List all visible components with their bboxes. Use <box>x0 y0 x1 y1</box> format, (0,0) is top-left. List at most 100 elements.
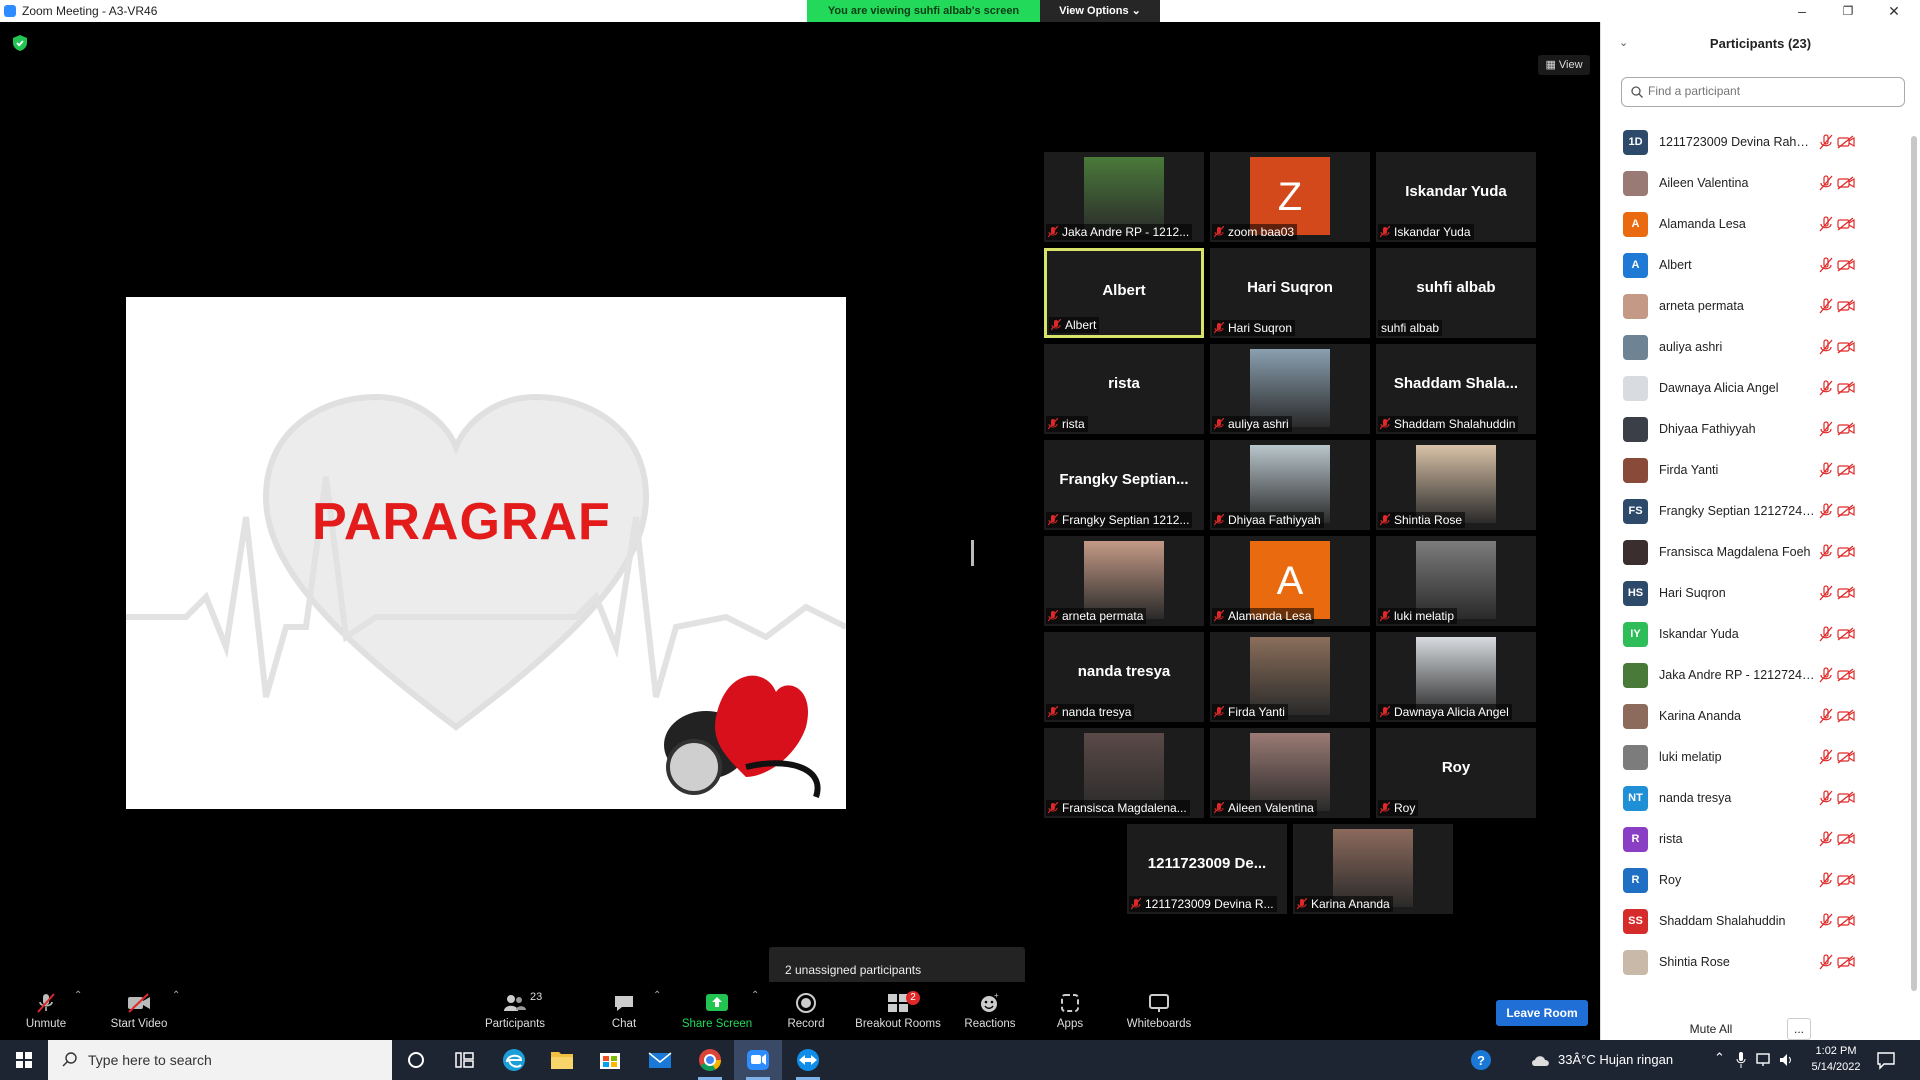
network-icon[interactable] <box>1756 1052 1774 1068</box>
participant-row[interactable]: IY Iskandar Yuda <box>1601 614 1911 655</box>
microphone-icon[interactable] <box>1736 1051 1746 1069</box>
participant-row[interactable]: Firda Yanti <box>1601 450 1911 491</box>
chat-button[interactable]: Chat <box>604 982 644 1040</box>
participant-row[interactable]: FS Frangky Septian 1212724003 <box>1601 491 1911 532</box>
help-icon[interactable]: ? <box>1470 1049 1492 1071</box>
leave-room-button[interactable]: Leave Room <box>1496 1000 1588 1026</box>
participant-row[interactable]: Rrista <box>1601 819 1911 860</box>
taskbar-search[interactable]: Type here to search <box>48 1040 392 1080</box>
video-tile[interactable]: Albert Albert <box>1044 248 1204 338</box>
file-explorer-icon[interactable] <box>538 1040 586 1080</box>
view-options-button[interactable]: View Options ⌄ <box>1040 0 1160 22</box>
participant-row[interactable]: arneta permata <box>1601 286 1911 327</box>
view-button[interactable]: ▦ View <box>1538 55 1590 75</box>
restore-button[interactable]: ❐ <box>1830 1 1866 21</box>
window-title: Zoom Meeting - A3-VR46 <box>22 4 158 18</box>
video-tile[interactable]: Frangky Septian... Frangky Septian 1212..… <box>1044 440 1204 530</box>
video-tile[interactable]: Hari Suqron Hari Suqron <box>1210 248 1370 338</box>
chat-icon <box>615 996 633 1011</box>
notification-center-icon[interactable] <box>1876 1050 1896 1070</box>
participant-list-scrollbar[interactable] <box>1911 122 1917 1002</box>
mute-all-button[interactable]: Mute All <box>1671 1018 1751 1040</box>
volume-icon[interactable] <box>1778 1052 1796 1068</box>
participant-search-input[interactable] <box>1648 84 1888 98</box>
participant-row[interactable]: R Roy <box>1601 860 1911 901</box>
participant-row[interactable]: Aileen Valentina <box>1601 163 1911 204</box>
teamviewer-icon[interactable] <box>784 1040 832 1080</box>
participants-panel: ⌄ Participants (23) 1D1211723009 Devina … <box>1600 22 1920 1040</box>
participant-row[interactable]: Fransisca Magdalena Foeh <box>1601 532 1911 573</box>
video-tile[interactable]: Karina Ananda <box>1293 824 1453 914</box>
participant-row[interactable]: Jaka Andre RP - 1212724001 <box>1601 655 1911 696</box>
start-video-button[interactable]: Start Video <box>104 982 174 1040</box>
video-tile[interactable]: Fransisca Magdalena... <box>1044 728 1204 818</box>
participant-row[interactable]: Dhiyaa Fathiyyah <box>1601 409 1911 450</box>
participants-button[interactable]: Participants 23 <box>478 982 552 1040</box>
microsoft-store-icon[interactable] <box>586 1040 634 1080</box>
close-button[interactable]: ✕ <box>1876 1 1912 21</box>
participant-row[interactable]: luki melatip <box>1601 737 1911 778</box>
video-tile[interactable]: Iskandar Yuda Iskandar Yuda <box>1376 152 1536 242</box>
video-tile[interactable]: nanda tresya nanda tresya <box>1044 632 1204 722</box>
clock-date: 5/14/2022 <box>1811 1061 1861 1073</box>
splitter-handle[interactable] <box>971 540 974 566</box>
slide-title: PARAGRAF <box>312 493 611 551</box>
minimize-button[interactable]: – <box>1784 1 1820 21</box>
video-tile[interactable]: luki melatip <box>1376 536 1536 626</box>
share-screen-button[interactable]: Share Screen <box>676 982 758 1040</box>
video-tile[interactable]: Shintia Rose <box>1376 440 1536 530</box>
participant-row[interactable]: SS Shaddam Shalahuddin <box>1601 901 1911 942</box>
participant-row[interactable]: HS Hari Suqron <box>1601 573 1911 614</box>
participant-row[interactable]: 1D 1211723009 Devina Rahma Ard... <box>1601 122 1911 163</box>
video-tile[interactable]: Shaddam Shala... Shaddam Shalahuddin <box>1376 344 1536 434</box>
share-options-chevron-icon[interactable]: ⌃ <box>751 990 759 1001</box>
task-view-icon[interactable] <box>440 1040 488 1080</box>
clock-time: 1:02 PM <box>1815 1045 1857 1057</box>
video-tile[interactable]: suhfi albab suhfi albab <box>1376 248 1536 338</box>
video-tile[interactable]: Aileen Valentina <box>1210 728 1370 818</box>
video-tile[interactable]: Zzoom baa03 <box>1210 152 1370 242</box>
audio-options-chevron-icon[interactable]: ⌃ <box>74 990 82 1001</box>
video-tile[interactable]: Roy Roy <box>1376 728 1536 818</box>
tray-chevron-up-icon[interactable]: ⌃ <box>1714 1050 1725 1066</box>
edge-browser-icon[interactable] <box>490 1040 538 1080</box>
participant-search[interactable] <box>1621 77 1905 107</box>
participant-row[interactable]: NT nanda tresya <box>1601 778 1911 819</box>
video-tile[interactable]: A Alamanda Lesa <box>1210 536 1370 626</box>
participant-row[interactable]: Shintia Rose <box>1601 942 1911 983</box>
record-button[interactable]: Record <box>780 982 832 1040</box>
participant-row[interactable]: Karina Ananda <box>1601 696 1911 737</box>
breakout-rooms-button[interactable]: Breakout Rooms 2 <box>852 982 944 1040</box>
video-tile[interactable]: arneta permata <box>1044 536 1204 626</box>
zoom-taskbar-icon[interactable] <box>734 1040 782 1080</box>
participant-row[interactable]: A Alamanda Lesa <box>1601 204 1911 245</box>
apps-button[interactable]: Apps <box>1050 982 1090 1040</box>
participant-name: arneta permata <box>1659 299 1744 313</box>
windows-start-icon[interactable] <box>0 1040 48 1080</box>
scrollbar-thumb[interactable] <box>1911 136 1917 991</box>
video-tile[interactable]: Dhiyaa Fathiyyah <box>1210 440 1370 530</box>
participant-avatar: 1D <box>1623 130 1648 155</box>
participant-row[interactable]: A Albert <box>1601 245 1911 286</box>
reactions-button[interactable]: + Reactions <box>960 982 1020 1040</box>
video-tile[interactable]: auliya ashri <box>1210 344 1370 434</box>
more-options-button[interactable]: ... <box>1787 1018 1811 1040</box>
video-tile[interactable]: Dawnaya Alicia Angel <box>1376 632 1536 722</box>
chat-options-chevron-icon[interactable]: ⌃ <box>653 990 661 1001</box>
participant-row[interactable]: Dawnaya Alicia Angel <box>1601 368 1911 409</box>
security-shield-icon[interactable] <box>12 34 28 52</box>
chrome-icon[interactable] <box>686 1040 734 1080</box>
weather-text[interactable]: 33Â°C Hujan ringan <box>1558 1052 1673 1067</box>
video-tile[interactable]: 1211723009 De... 1211723009 Devina R... <box>1127 824 1287 914</box>
cortana-icon[interactable] <box>392 1040 440 1080</box>
participant-row[interactable]: auliya ashri <box>1601 327 1911 368</box>
unmute-button[interactable]: Unmute <box>16 982 76 1040</box>
video-tile[interactable]: rista rista <box>1044 344 1204 434</box>
taskbar-clock[interactable]: 1:02 PM 5/14/2022 <box>1806 1043 1866 1075</box>
video-options-chevron-icon[interactable]: ⌃ <box>172 990 180 1001</box>
mail-icon[interactable] <box>636 1040 684 1080</box>
video-tile[interactable]: Firda Yanti <box>1210 632 1370 722</box>
video-tile[interactable]: Jaka Andre RP - 1212... <box>1044 152 1204 242</box>
whiteboards-button[interactable]: Whiteboards <box>1122 982 1196 1040</box>
video-off-icon <box>1837 381 1855 395</box>
